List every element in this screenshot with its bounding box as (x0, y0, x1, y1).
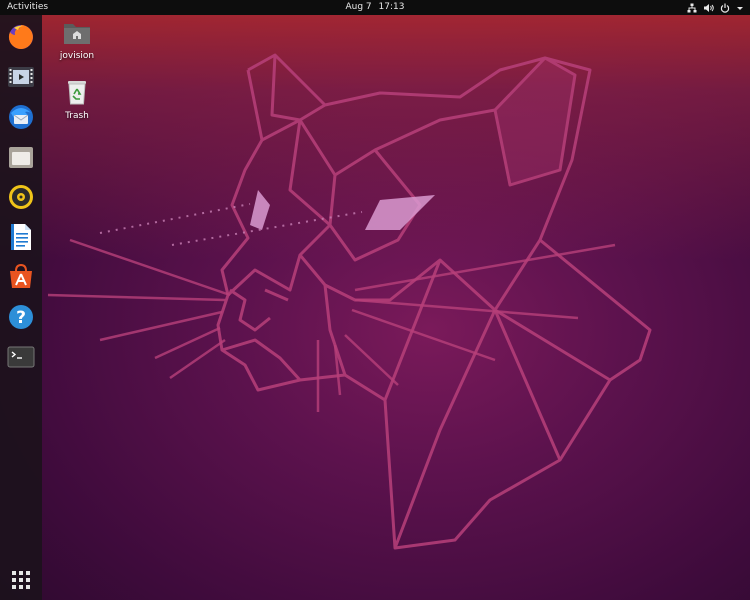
clock[interactable]: Aug 7 17:13 (0, 0, 750, 15)
desktop-icon-label: jovision (59, 51, 95, 61)
system-tray[interactable] (687, 0, 744, 15)
desktop-icon-label: Trash (65, 111, 89, 121)
software-icon (10, 263, 32, 288)
files-icon (9, 147, 33, 168)
chevron-down-icon (737, 6, 743, 10)
trash-icon (68, 81, 86, 105)
clock-time: 17:13 (378, 2, 405, 12)
svg-text:?: ? (16, 308, 26, 328)
app-grid-icon (12, 571, 30, 589)
dock: ? (0, 15, 42, 600)
terminal-icon (7, 346, 35, 368)
dock-item-firefox[interactable] (5, 21, 37, 53)
dock-item-files[interactable] (5, 141, 37, 173)
rhythmbox-icon (9, 185, 33, 209)
dock-item-writer[interactable] (5, 221, 37, 253)
dock-item-software[interactable] (5, 261, 37, 293)
dock-item-rhythmbox[interactable] (5, 181, 37, 213)
help-icon: ? (9, 305, 33, 329)
dock-item-help[interactable]: ? (5, 301, 37, 333)
volume-icon (704, 3, 714, 12)
desktop-icon-trash[interactable]: Trash (47, 78, 107, 121)
clock-date: Aug 7 (345, 2, 372, 12)
wallpaper-cat-illustration (47, 53, 652, 550)
dock-item-thunderbird[interactable] (5, 101, 37, 133)
thunderbird-icon (9, 105, 33, 129)
power-icon (720, 3, 730, 13)
dock-item-terminal[interactable] (5, 341, 37, 373)
show-applications-button[interactable] (5, 564, 37, 596)
writer-icon (11, 224, 31, 250)
home-folder-icon (64, 24, 90, 44)
top-bar: Activities Aug 7 17:13 (0, 0, 750, 15)
desktop[interactable]: jovision Trash (0, 0, 750, 600)
firefox-icon (8, 25, 33, 49)
desktop-icon-home-folder[interactable]: jovision (47, 20, 107, 61)
network-icon (687, 3, 697, 12)
dock-item-videos[interactable] (5, 61, 37, 93)
videos-icon (8, 67, 34, 87)
